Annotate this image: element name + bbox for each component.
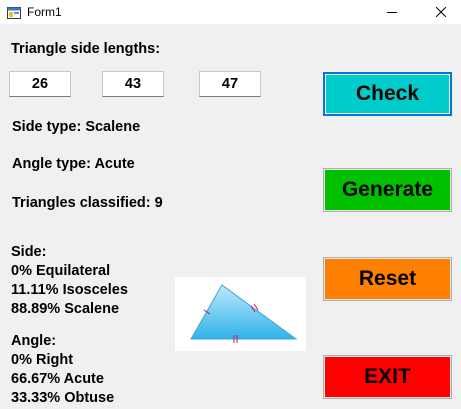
- side-a-input[interactable]: 26: [9, 71, 71, 97]
- classified-count-label: Triangles classified: 9: [12, 195, 163, 211]
- generate-button[interactable]: Generate: [323, 168, 452, 212]
- triangle-picture: [175, 277, 306, 351]
- angle-type-label: Angle type: Acute: [12, 156, 135, 172]
- angle-stats-heading: Angle:: [11, 333, 57, 349]
- side-b-input[interactable]: 43: [102, 71, 164, 97]
- side-c-input[interactable]: 47: [199, 71, 261, 97]
- close-icon: [436, 7, 446, 17]
- side-lengths-heading: Triangle side lengths:: [11, 41, 161, 57]
- isosceles-percent: 11.11% Isosceles: [11, 282, 128, 298]
- acute-percent: 66.67% Acute: [11, 371, 104, 387]
- scalene-percent: 88.89% Scalene: [11, 301, 120, 317]
- maximize-button[interactable]: [372, 0, 418, 24]
- angle-stats: Angle: 0% Right 66.67% Acute 33.33% Obtu…: [11, 332, 114, 408]
- app-window-icon: [7, 6, 21, 19]
- close-button[interactable]: [418, 0, 461, 24]
- reset-button[interactable]: Reset: [323, 257, 452, 301]
- side-stats-heading: Side:: [11, 244, 47, 260]
- side-type-label: Side type: Scalene: [12, 119, 141, 135]
- exit-button[interactable]: EXIT: [323, 355, 452, 399]
- window-title: Form1: [27, 5, 62, 19]
- equilateral-percent: 0% Equilateral: [11, 263, 111, 279]
- obtuse-percent: 33.33% Obtuse: [11, 390, 115, 406]
- check-button[interactable]: Check: [323, 72, 452, 116]
- title-bar: Form1: [0, 0, 461, 24]
- side-stats: Side: 0% Equilateral 11.11% Isosceles 88…: [11, 243, 128, 319]
- right-percent: 0% Right: [11, 352, 74, 368]
